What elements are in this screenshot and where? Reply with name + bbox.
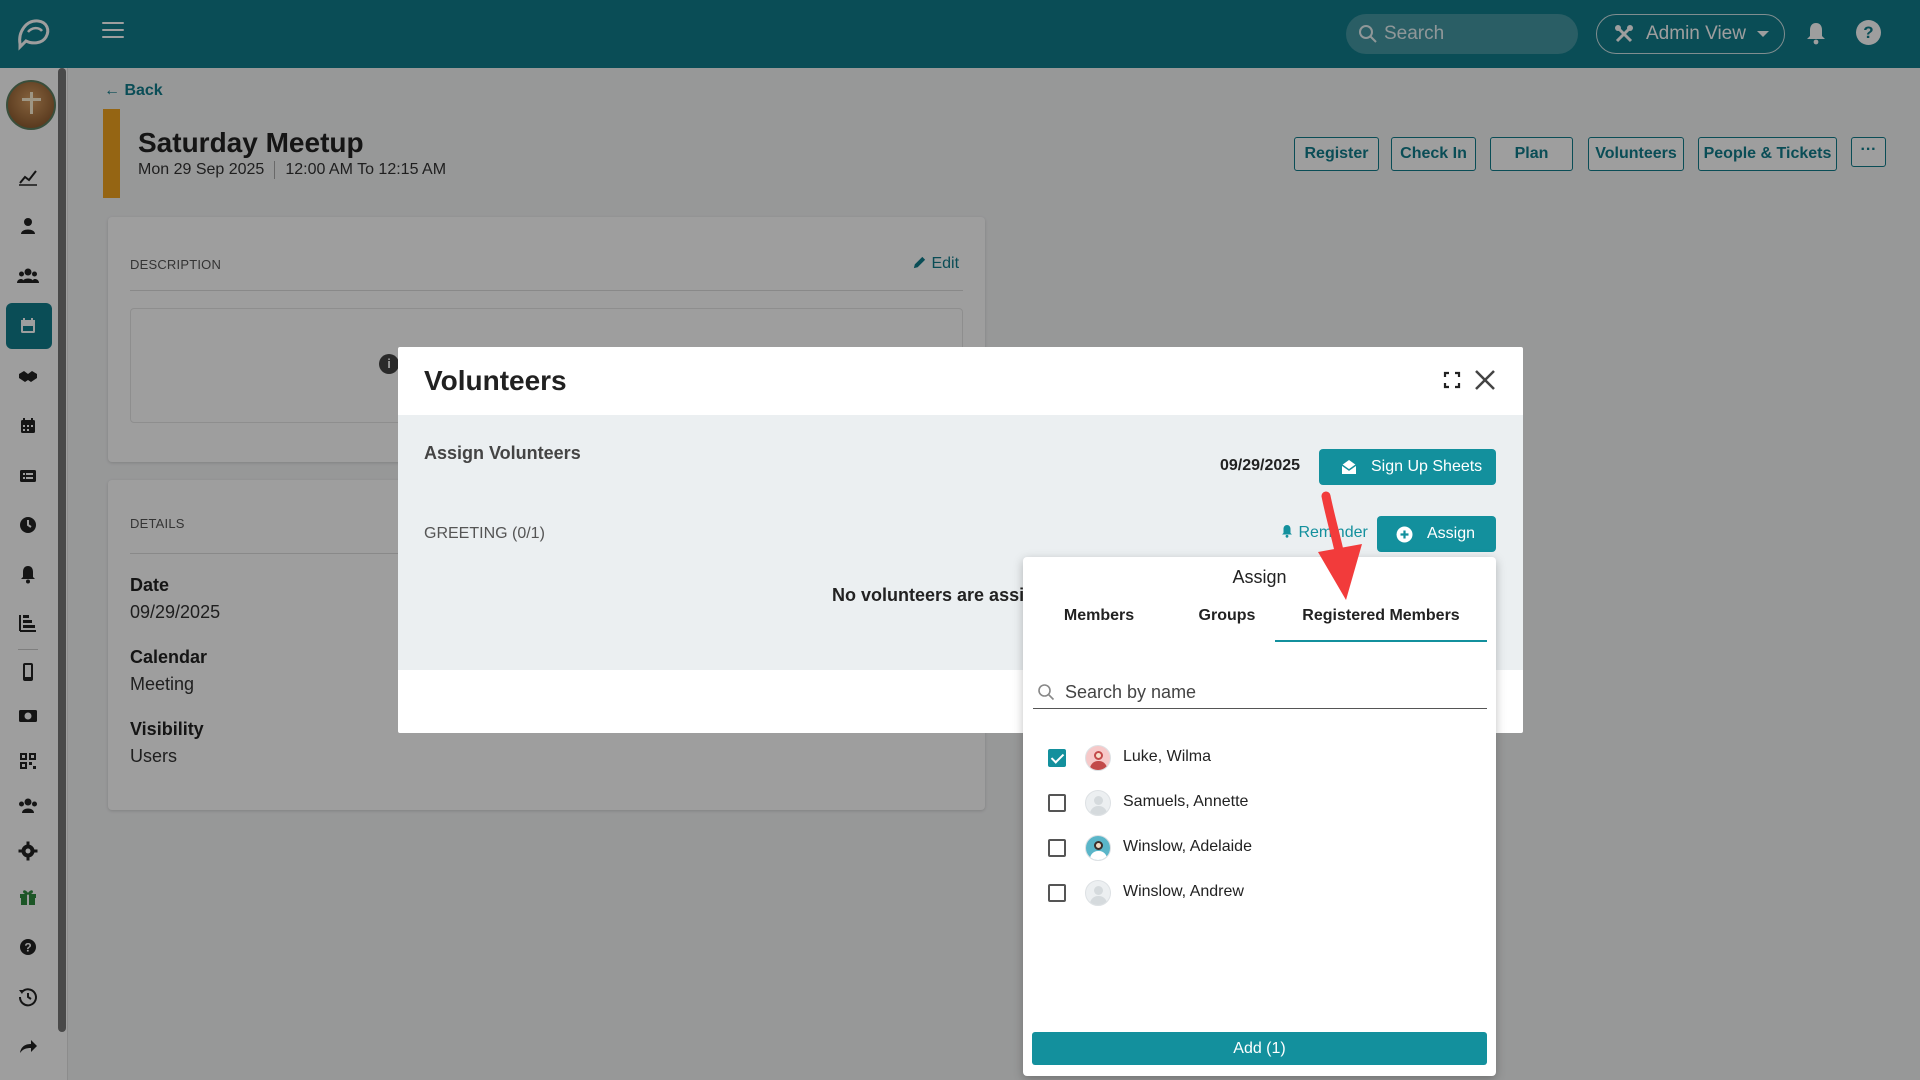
modal-title: Volunteers [424, 365, 567, 396]
search-by-name-input[interactable]: Search by name [1033, 675, 1487, 709]
assign-label: Assign [1427, 525, 1476, 542]
bell-icon [1282, 525, 1292, 538]
close-icon[interactable] [1471, 366, 1499, 394]
volunteer-date: 09/29/2025 [1220, 457, 1301, 474]
add-button[interactable]: Add (1) [1032, 1032, 1487, 1065]
tab-members[interactable]: Members [1037, 607, 1161, 625]
assign-volunteers-heading: Assign Volunteers [424, 443, 581, 463]
checkbox[interactable] [1048, 884, 1066, 902]
sign-up-sheets-label: Sign Up Sheets [1371, 458, 1483, 475]
greeting-role: GREETING (0/1) [424, 525, 545, 542]
checkbox[interactable] [1048, 839, 1066, 857]
envelope-open-icon [1341, 460, 1357, 474]
plus-circle-icon [1396, 526, 1413, 543]
checkbox-checked[interactable] [1048, 749, 1066, 767]
avatar [1085, 790, 1111, 816]
search-icon [1038, 684, 1055, 701]
person-name: Luke, Wilma [1123, 748, 1212, 765]
sign-up-sheets-button[interactable]: Sign Up Sheets [1319, 449, 1496, 485]
tab-groups[interactable]: Groups [1169, 607, 1285, 625]
no-volunteers-message: No volunteers are assig [832, 585, 1036, 605]
avatar [1085, 745, 1111, 771]
person-name: Winslow, Adelaide [1123, 838, 1252, 855]
avatar [1085, 880, 1111, 906]
person-name: Winslow, Andrew [1123, 883, 1244, 900]
assign-popup-title: Assign [1232, 567, 1287, 587]
annotation-arrow-icon [1318, 491, 1362, 600]
search-by-name-placeholder: Search by name [1065, 682, 1197, 702]
avatar [1085, 835, 1111, 861]
active-tab-indicator [1275, 640, 1487, 642]
assign-popup: Assign Members Groups Registered Members… [1023, 557, 1496, 1076]
assign-button[interactable]: Assign [1377, 516, 1496, 552]
fullscreen-icon[interactable] [1443, 371, 1461, 389]
checkbox[interactable] [1048, 794, 1066, 812]
person-name: Samuels, Annette [1123, 793, 1249, 810]
